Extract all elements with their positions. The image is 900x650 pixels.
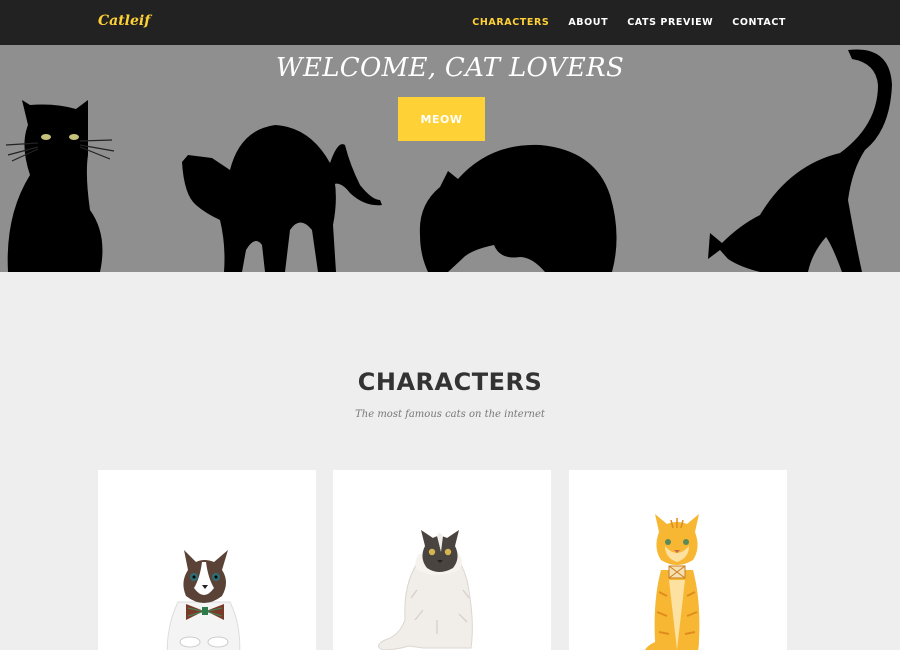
- nav-item-about[interactable]: ABOUT: [568, 17, 608, 28]
- ragdoll-cat-bowtie-icon: [166, 550, 241, 650]
- sitting-cat-silhouette: [5, 100, 115, 272]
- nav-item-characters[interactable]: CHARACTERS: [472, 17, 549, 28]
- curled-cat-silhouette: [419, 144, 617, 272]
- characters-section: CHARACTERS The most famous cats on the i…: [0, 272, 900, 650]
- orange-tabby-cat-icon: [645, 514, 700, 650]
- navbar: Catleif CHARACTERS ABOUT CATS PREVIEW CO…: [0, 0, 900, 45]
- character-card-3[interactable]: [569, 470, 787, 650]
- section-subheading: The most famous cats on the internet: [355, 409, 545, 420]
- character-card-2[interactable]: [333, 470, 551, 650]
- brand-logo[interactable]: Catleif: [98, 13, 150, 29]
- nav-item-contact[interactable]: CONTACT: [732, 17, 786, 28]
- meow-button[interactable]: MEOW: [398, 97, 485, 141]
- hero-banner: WELCOME, CAT LOVERS MEOW: [0, 45, 900, 272]
- fluffy-white-cat-icon: [378, 530, 473, 650]
- character-card-1[interactable]: [98, 470, 316, 650]
- nav-item-cats-preview[interactable]: CATS PREVIEW: [627, 17, 713, 28]
- hero-title: WELCOME, CAT LOVERS: [275, 53, 625, 83]
- section-heading: CHARACTERS: [357, 368, 543, 396]
- arched-cat-silhouette: [182, 125, 382, 272]
- nav-menu: CHARACTERS ABOUT CATS PREVIEW CONTACT: [472, 17, 786, 28]
